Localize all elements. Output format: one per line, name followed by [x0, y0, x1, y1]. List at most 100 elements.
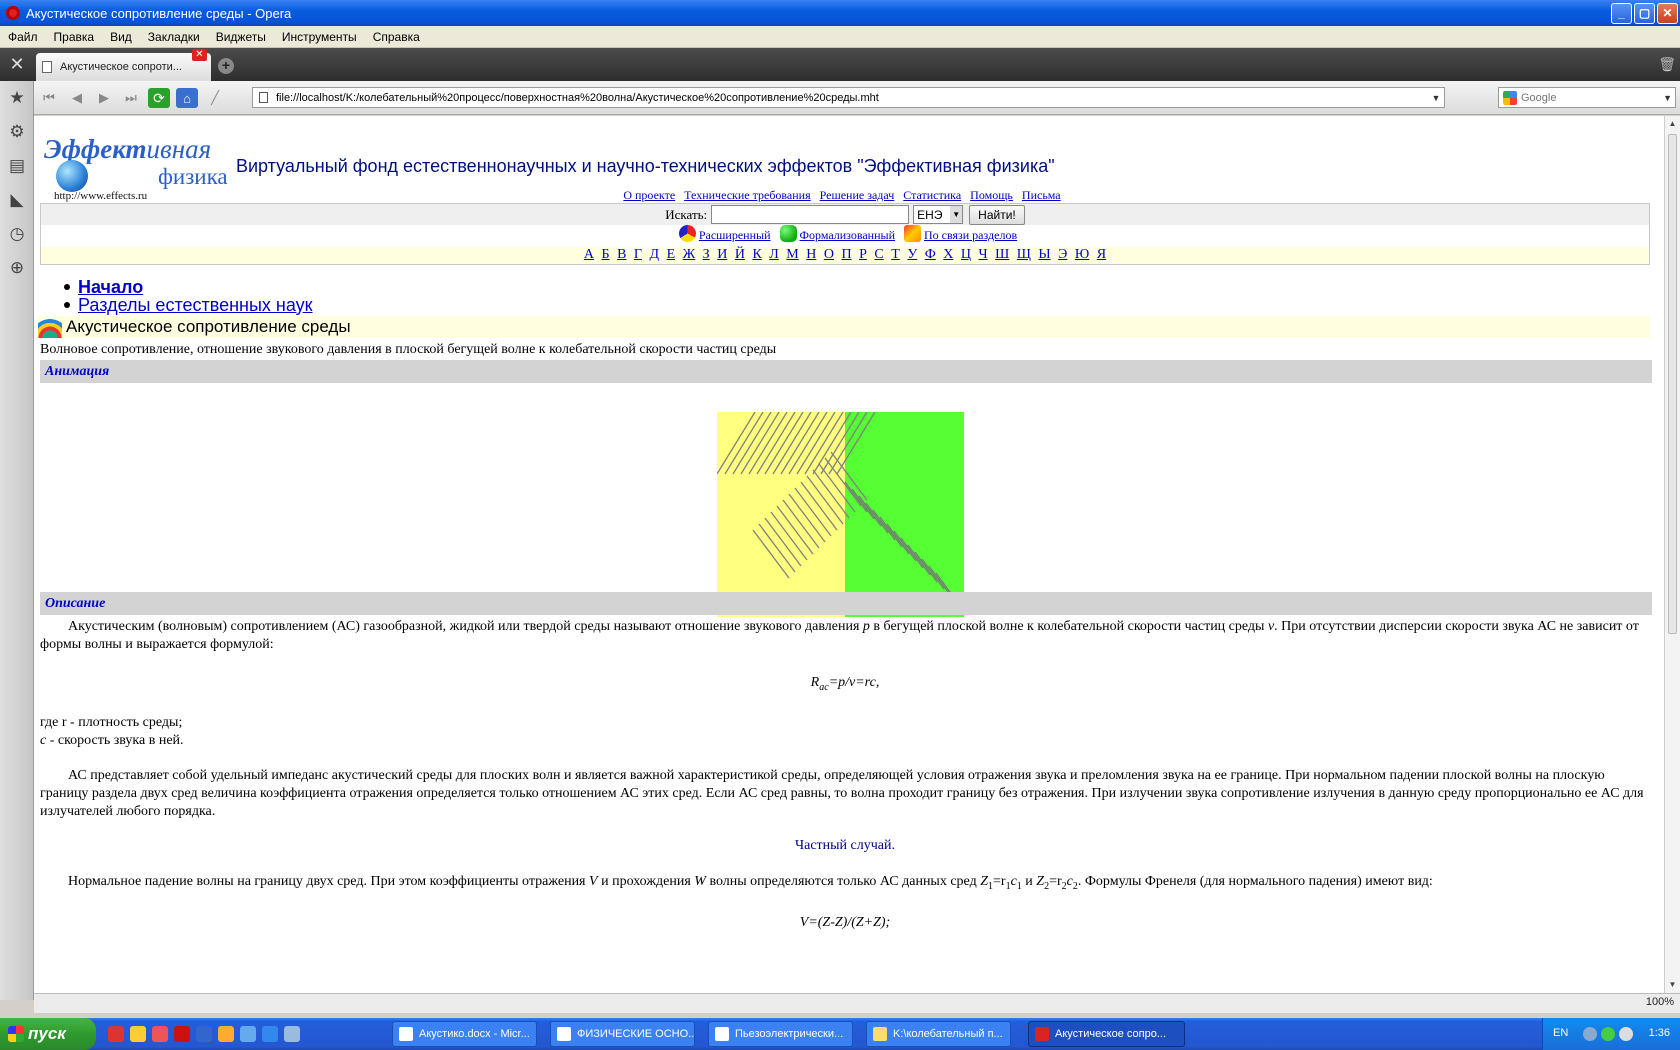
site-search-input[interactable] — [711, 205, 910, 224]
alphabet-letter[interactable]: Ф — [925, 247, 936, 262]
fast-forward-icon[interactable]: ⏭ — [120, 88, 142, 108]
language-indicator[interactable]: EN — [1553, 1027, 1568, 1039]
address-bar[interactable]: file://localhost/K:/колебательный%20проц… — [252, 87, 1445, 108]
alphabet-letter[interactable]: У — [907, 247, 917, 262]
tray-icon[interactable] — [1583, 1027, 1597, 1041]
menu-widgets[interactable]: Виджеты — [208, 30, 274, 44]
link-stats[interactable]: Статистика — [903, 188, 961, 202]
reload-icon[interactable]: ⟳ — [148, 88, 170, 108]
alphabet-letter[interactable]: Й — [735, 247, 745, 262]
ie-quicklaunch-icon[interactable] — [262, 1026, 278, 1042]
quicklaunch-icon[interactable] — [152, 1026, 168, 1042]
alphabet-letter[interactable]: Х — [943, 247, 953, 262]
maximize-button[interactable]: ▢ — [1634, 2, 1655, 24]
bookmarks-star-icon[interactable]: ★ — [0, 81, 34, 115]
alphabet-letter[interactable]: З — [703, 247, 710, 262]
tab-close-button[interactable]: ✕ — [192, 49, 207, 61]
desktop-quicklaunch-icon[interactable] — [284, 1026, 300, 1042]
link-requirements[interactable]: Технические требования — [684, 188, 810, 202]
taskbar-item-active[interactable]: Акустическое сопро... — [1028, 1021, 1185, 1047]
alphabet-letter[interactable]: Ы — [1038, 247, 1050, 262]
search-submit-button[interactable]: Найти! — [969, 204, 1025, 225]
alphabet-letter[interactable]: В — [617, 247, 626, 262]
alphabet-letter[interactable]: Я — [1097, 247, 1106, 262]
menu-tools[interactable]: Инструменты — [274, 30, 365, 44]
alphabet-letter[interactable]: Б — [602, 247, 610, 262]
alphabet-letter[interactable]: Г — [634, 247, 642, 262]
alphabet-letter[interactable]: П — [841, 247, 851, 262]
quicklaunch-icon[interactable] — [196, 1026, 212, 1042]
close-button[interactable]: ✕ — [1657, 2, 1678, 24]
breadcrumb-sections[interactable]: Разделы естественных наук — [78, 295, 313, 316]
alphabet-letter[interactable]: Ж — [683, 247, 696, 262]
alphabet-letter[interactable]: А — [584, 247, 594, 262]
minimize-button[interactable]: _ — [1611, 2, 1632, 24]
alphabet-letter[interactable]: И — [717, 247, 727, 262]
taskbar-item[interactable]: Акустико.docx - Micr... — [392, 1021, 537, 1047]
feeds-icon[interactable]: ◣ — [0, 183, 34, 217]
menu-file[interactable]: Файл — [0, 30, 46, 44]
alphabet-letter[interactable]: С — [874, 247, 883, 262]
alphabet-letter[interactable]: Н — [806, 247, 816, 262]
link-section-relations[interactable]: По связи разделов — [924, 228, 1017, 242]
new-tab-button[interactable]: + — [218, 58, 234, 74]
quicklaunch-icon[interactable] — [240, 1026, 256, 1042]
quicklaunch-icon[interactable] — [108, 1026, 124, 1042]
alphabet-letter[interactable]: Щ — [1017, 247, 1031, 262]
back-icon[interactable]: ◀ — [66, 88, 88, 108]
volume-icon[interactable] — [1619, 1027, 1633, 1041]
alphabet-letter[interactable]: Е — [667, 247, 676, 262]
alphabet-letter[interactable]: Ю — [1075, 247, 1089, 262]
tab-active[interactable]: Акустическое сопроти... — [36, 53, 211, 81]
scroll-thumb[interactable] — [1668, 134, 1677, 634]
link-problems[interactable]: Решение задач — [820, 188, 895, 202]
menu-view[interactable]: Вид — [102, 30, 140, 44]
panel-toggle-icon[interactable]: ✕ — [0, 48, 34, 81]
trash-icon[interactable]: 🗑 — [1658, 56, 1676, 73]
address-url[interactable]: file://localhost/K:/колебательный%20проц… — [276, 92, 1428, 104]
search-input[interactable] — [1521, 91, 1651, 104]
add-panel-icon[interactable]: ⊕ — [0, 251, 34, 285]
link-help[interactable]: Помощь — [970, 188, 1013, 202]
menu-edit[interactable]: Правка — [46, 30, 103, 44]
start-button[interactable]: пуск — [0, 1018, 96, 1050]
search-scope-select[interactable]: ЕНЭ ▼ — [913, 205, 964, 224]
alphabet-letter[interactable]: О — [824, 247, 834, 262]
link-formalized[interactable]: Формализованный — [800, 228, 895, 242]
tray-icon[interactable] — [1601, 1027, 1615, 1041]
opera-quicklaunch-icon[interactable] — [174, 1026, 190, 1042]
rewind-icon[interactable]: ⏮ — [38, 88, 60, 108]
alphabet-letter[interactable]: М — [786, 247, 798, 262]
alphabet-letter[interactable]: Ц — [961, 247, 971, 262]
link-letters[interactable]: Письма — [1022, 188, 1061, 202]
alphabet-letter[interactable]: Ш — [995, 247, 1009, 262]
history-clock-icon[interactable]: ◷ — [0, 217, 34, 251]
alphabet-letter[interactable]: Ч — [979, 247, 988, 262]
address-dropdown-icon[interactable]: ▼ — [1428, 93, 1444, 103]
link-advanced[interactable]: Расширенный — [699, 228, 771, 242]
alphabet-letter[interactable]: Л — [769, 247, 779, 262]
search-box[interactable]: ▼ — [1498, 87, 1676, 108]
taskbar-item[interactable]: ФИЗИЧЕСКИЕ ОСНО... — [550, 1021, 695, 1047]
search-dropdown-icon[interactable]: ▼ — [1663, 93, 1675, 103]
settings-gear-icon[interactable]: ⚙ — [0, 115, 34, 149]
scroll-down-icon[interactable]: ▼ — [1665, 977, 1680, 993]
alphabet-letter[interactable]: Д — [650, 247, 660, 262]
scroll-up-icon[interactable]: ▲ — [1665, 116, 1680, 132]
quicklaunch-icon[interactable] — [130, 1026, 146, 1042]
home-icon[interactable]: ⌂ — [176, 88, 198, 108]
taskbar-item[interactable]: K:\колебательный п... — [866, 1021, 1011, 1047]
alphabet-letter[interactable]: Э — [1058, 247, 1067, 262]
alphabet-letter[interactable]: Т — [891, 247, 900, 262]
quicklaunch-icon[interactable] — [218, 1026, 234, 1042]
alphabet-letter[interactable]: К — [752, 247, 761, 262]
chat-icon[interactable]: ▤ — [0, 149, 34, 183]
wand-icon[interactable]: ╱ — [204, 88, 226, 108]
taskbar-item[interactable]: Пьезоэлектрически... — [708, 1021, 853, 1047]
forward-icon[interactable]: ▶ — [93, 88, 115, 108]
alphabet-letter[interactable]: Р — [859, 247, 867, 262]
link-about[interactable]: О проекте — [623, 188, 675, 202]
menu-help[interactable]: Справка — [365, 30, 428, 44]
zoom-level[interactable]: 100% — [1646, 996, 1674, 1008]
menu-bookmarks[interactable]: Закладки — [140, 30, 208, 44]
